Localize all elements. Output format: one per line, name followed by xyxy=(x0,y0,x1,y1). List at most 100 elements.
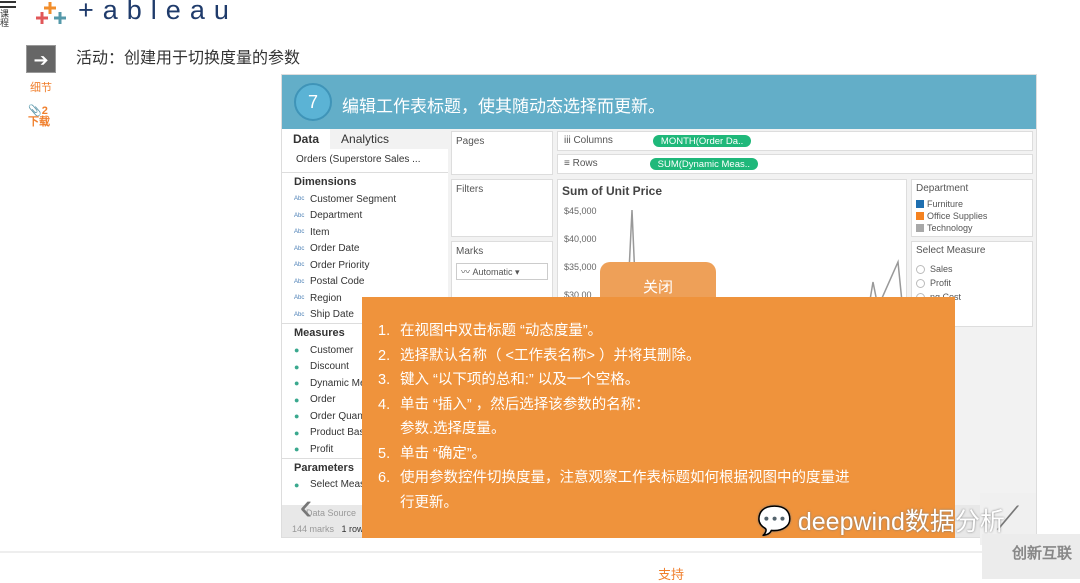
marks-count: 144 marks xyxy=(292,524,335,534)
field-label: Customer xyxy=(310,344,354,356)
step-text: 选择默认名称（ <工作表名称> ）并将其删除。 xyxy=(400,347,701,364)
rows-label: Rows xyxy=(572,158,598,169)
measure-icon: ● xyxy=(294,361,300,372)
field-label: Select Meas xyxy=(310,479,366,491)
rows-pill[interactable]: SUM(Dynamic Meas.. xyxy=(649,158,759,170)
close-button[interactable]: 关闭 xyxy=(600,262,716,300)
legend-item: Technology xyxy=(916,222,1028,234)
marks-title: Marks xyxy=(456,246,484,257)
field-item[interactable]: Abc Customer Segment xyxy=(282,191,448,208)
department-legend: Department Furniture Office Supplies Techno… xyxy=(911,179,1033,237)
page-title: 活动：创建用于切换度量的参数 xyxy=(76,50,301,67)
support-link[interactable]: 支持 xyxy=(658,564,684,583)
tab-data[interactable]: Data xyxy=(282,129,330,149)
radio-icon[interactable] xyxy=(916,278,925,288)
tableau-logo[interactable]: +ableau xyxy=(30,0,238,26)
columns-pill[interactable]: MONTH(Order Da.. xyxy=(652,135,752,147)
tableau-cross-icon xyxy=(36,2,66,24)
legend-label: Furniture xyxy=(927,199,964,209)
step-number: 7 xyxy=(294,83,332,121)
download-link[interactable]: 📎2 下载 xyxy=(28,106,50,128)
legend-label: Office Supplies xyxy=(927,211,988,221)
watermark: 💬 deepwind数据分析 xyxy=(757,502,1005,538)
field-label: Order Priority xyxy=(310,259,370,271)
columns-shelf[interactable]: iii Columns MONTH(Order Da.. xyxy=(557,131,1033,151)
datasource[interactable]: Orders (Superstore Sales ... xyxy=(282,149,448,173)
mark-type-dropdown[interactable]: 〰 Automatic ▾ xyxy=(456,263,548,280)
step-number: 5. xyxy=(378,445,391,462)
field-label: Dynamic Me xyxy=(310,377,366,389)
logo-text: +ableau xyxy=(78,0,238,25)
param-radio-option[interactable]: Profit xyxy=(916,276,1028,290)
step-number: 1. xyxy=(378,323,391,339)
field-label: Order xyxy=(310,394,336,406)
step-text: 使用参数控件切换度量，注意观察工作表标题如何根据视图中的度量进 xyxy=(400,470,850,486)
measure-icon: ● xyxy=(294,378,300,389)
wechat-icon: 💬 xyxy=(757,504,792,536)
rows-shelf[interactable]: ≡ Rows SUM(Dynamic Meas.. xyxy=(557,154,1033,174)
field-label: Item xyxy=(310,226,330,238)
field-label: Order Quant xyxy=(310,410,366,422)
menu-button[interactable]: 课程 xyxy=(0,0,16,28)
step-number: 4. xyxy=(378,396,391,413)
field-label: Customer Segment xyxy=(310,193,397,205)
instruction-step: 6. 使用参数控件切换度量，注意观察工作表标题如何根据视图中的度量进 xyxy=(378,466,955,491)
radio-icon[interactable] xyxy=(916,264,925,274)
param-radio-option[interactable]: Sales xyxy=(916,262,1028,276)
legend-item: Office Supplies xyxy=(916,210,1028,222)
field-item[interactable]: Abc Item xyxy=(282,224,448,241)
dimension-type-icon: Abc xyxy=(294,262,305,269)
instruction-step: 5. 单击 “确定”。 xyxy=(378,442,955,467)
mark-type: Automatic xyxy=(472,267,513,277)
dimension-type-icon: Abc xyxy=(294,229,305,236)
field-item[interactable]: Abc Order Date xyxy=(282,241,448,258)
detail-label[interactable]: 细节 xyxy=(30,79,52,95)
y-tick-label: $35,000 xyxy=(564,262,597,272)
field-label: Profit xyxy=(310,443,334,455)
legend-swatch xyxy=(916,212,924,220)
chart-title[interactable]: Sum of Unit Price xyxy=(558,180,906,202)
step-title: 编辑工作表标题，使其随动态选择而更新。 xyxy=(342,97,665,116)
measure-icon: ● xyxy=(294,411,300,422)
y-tick-label: $40,000 xyxy=(564,234,597,244)
step-number xyxy=(378,491,400,516)
download-label: 下载 xyxy=(28,116,50,128)
dimension-type-icon: Abc xyxy=(294,295,305,302)
step-number: 3. xyxy=(378,372,391,388)
columns-label: Columns xyxy=(573,135,613,146)
previous-arrow-icon[interactable]: ‹ xyxy=(286,488,326,526)
menu-label: 课程 xyxy=(0,9,10,28)
tab-analytics[interactable]: Analytics xyxy=(330,129,448,149)
step-text: 单击 “确定”。 xyxy=(400,445,487,462)
filters-shelf[interactable]: Filters xyxy=(451,179,553,237)
legend-label: Technology xyxy=(927,223,973,233)
dimensions-title: Dimensions xyxy=(294,176,357,188)
legend-swatch xyxy=(916,224,924,232)
field-item[interactable]: Abc Order Priority xyxy=(282,257,448,274)
step-text: 在视图中双击标题 “动态度量”。 xyxy=(400,323,603,339)
brand-watermark: 创新互联 xyxy=(982,534,1080,579)
step-text: 行更新。 xyxy=(400,494,458,511)
legend-title: Department xyxy=(916,183,969,194)
field-item[interactable]: Abc Department xyxy=(282,208,448,225)
field-label: Region xyxy=(310,292,342,304)
field-item[interactable]: Abc Postal Code xyxy=(282,274,448,291)
measure-icon: ● xyxy=(294,444,300,455)
step-header: 7 编辑工作表标题，使其随动态选择而更新。 xyxy=(282,75,1036,129)
measure-icon: ● xyxy=(294,345,300,356)
legend-item: Furniture xyxy=(916,198,1028,210)
measure-icon: ● xyxy=(294,427,300,438)
instruction-step: 2. 选择默认名称（ <工作表名称> ）并将其删除。 xyxy=(378,344,955,369)
step-text: 参数.选择度量。 xyxy=(400,421,506,437)
step-number: 6. xyxy=(378,470,391,486)
option-label: Profit xyxy=(930,278,952,288)
footer-divider xyxy=(0,551,1080,553)
pages-shelf[interactable]: Pages xyxy=(451,131,553,175)
option-label: Sales xyxy=(930,264,953,274)
field-label: Discount xyxy=(310,361,349,373)
step-number: 2. xyxy=(378,347,391,364)
step-text: 单击 “插入” ，然后选择该参数的名称： xyxy=(400,396,650,413)
dimension-type-icon: Abc xyxy=(294,196,305,203)
detail-button[interactable]: ➔ xyxy=(26,45,56,73)
dimension-type-icon: Abc xyxy=(294,212,305,219)
